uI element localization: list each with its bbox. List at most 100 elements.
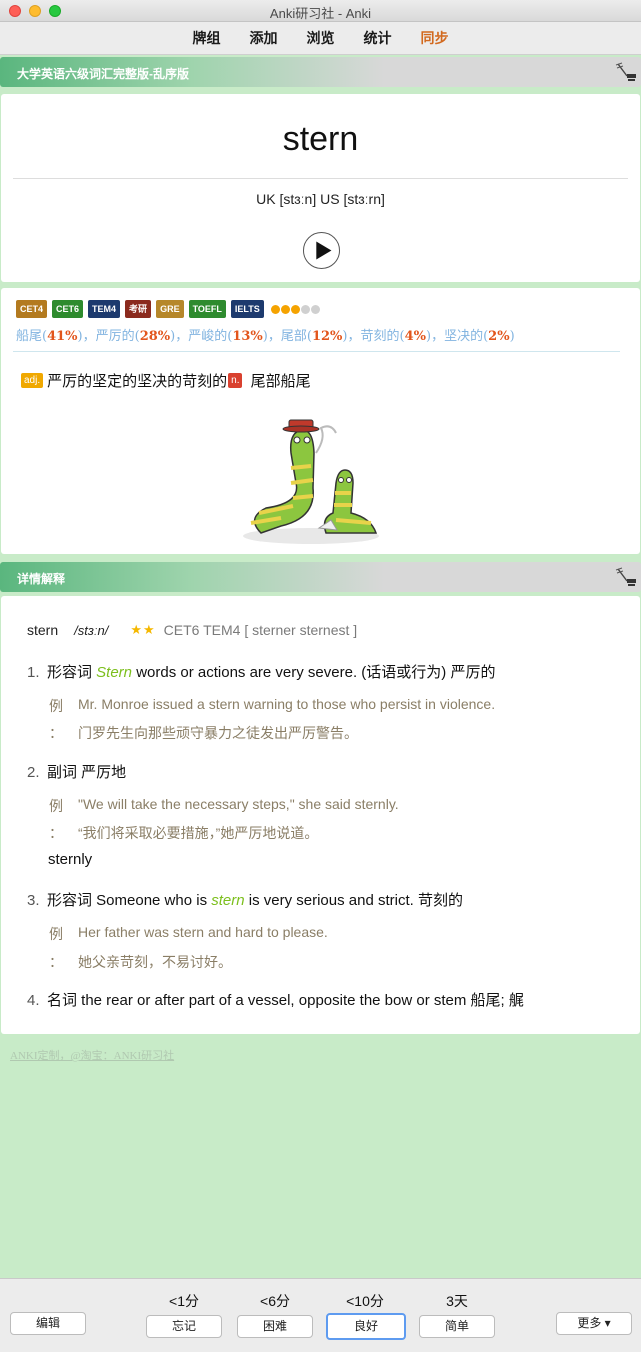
example-en: Her father was stern and hard to please.: [78, 924, 328, 940]
noun-meaning: 尾部船尾: [246, 373, 311, 390]
sense-number: 3.: [27, 892, 40, 909]
divider: [13, 351, 620, 352]
again-button[interactable]: 忘记: [146, 1315, 222, 1338]
pos-tag-noun: n.: [228, 373, 243, 388]
window-title: Anki研习社 - Anki: [269, 6, 372, 21]
hard-button[interactable]: 困难: [237, 1315, 313, 1338]
badge-tem4: TEM4: [88, 300, 121, 318]
freq-pct: 12%: [311, 329, 343, 344]
freq-word: 严厉的: [95, 329, 135, 344]
answer-bar: 编辑 <1分 <6分 <10分 3天 忘记 困难 良好 简单 更多 ▾: [0, 1278, 641, 1352]
more-button[interactable]: 更多 ▾: [556, 1312, 632, 1335]
detail-header-bar: 详情解释: [0, 562, 641, 592]
toolbar-sync[interactable]: 同步: [421, 28, 449, 48]
detail-title: 详情解释: [17, 572, 66, 586]
detail-card: stern /stɜːn/ ★★ CET6 TEM4 [ sterner ste…: [1, 596, 640, 1034]
example-en: "We will take the necessary steps," she …: [78, 796, 399, 812]
frequency-line: 船尾(41%)，严厉的(28%)，严峻的(13%)，尾部(12%)，苛刻的(4%…: [16, 329, 515, 344]
rating-dot: [300, 304, 310, 314]
example-colon: ：: [49, 725, 63, 741]
good-button[interactable]: 良好: [326, 1313, 406, 1340]
example-label: 例: [49, 926, 63, 942]
example-colon: ：: [49, 825, 63, 841]
sense-highlight: stern: [211, 892, 245, 909]
sense-2: 2. 副词 严厉地: [27, 761, 126, 782]
freq-pct: 28%: [139, 329, 171, 344]
broom-icon[interactable]: [614, 62, 638, 82]
sense-number: 1.: [27, 664, 40, 681]
example-zh: “我们将采取必要措施，”她严厉地说道。: [78, 825, 319, 841]
badge-kaoyan: 考研: [125, 300, 152, 318]
sense-text: 名词 the rear or after part of a vessel, o…: [47, 992, 524, 1009]
interval-good: <10分: [346, 1293, 384, 1309]
meaning-card: CET4 CET6 TEM4 考研 GRE TOEFL IELTS 船尾(41%…: [1, 288, 640, 554]
edit-button[interactable]: 编辑: [10, 1312, 86, 1335]
exam-badges: CET4 CET6 TEM4 考研 GRE TOEFL IELTS: [16, 300, 320, 318]
detail-tags: CET6 TEM4 [ sterner sternest ]: [163, 622, 358, 638]
sense-text: 形容词 Someone who is: [47, 892, 212, 909]
star-rating: ★★: [130, 622, 156, 637]
toolbar-stats[interactable]: 统计: [364, 28, 392, 48]
detail-phonetic: /stɜːn/: [74, 622, 109, 638]
toolbar-browse[interactable]: 浏览: [307, 28, 335, 48]
deck-header-bar: 大学英语六级词汇完整版-乱序版: [0, 57, 641, 87]
definition-line: adj. 严厉的坚定的坚决的苛刻的 n. 尾部船尾: [21, 370, 311, 391]
detail-headline: stern /stɜːn/ ★★ CET6 TEM4 [ sterner ste…: [27, 622, 357, 638]
toolbar-decks[interactable]: 牌组: [193, 28, 221, 48]
badge-toefl: TOEFL: [188, 300, 226, 318]
easy-button[interactable]: 简单: [419, 1315, 495, 1338]
footer-link[interactable]: ANKI定制，@淘宝：ANKI研习社: [10, 1047, 174, 1063]
detail-headword: stern: [27, 622, 59, 638]
interval-hard: <6分: [260, 1293, 290, 1309]
freq-word: 尾部: [280, 329, 307, 344]
freq-pct: 41%: [47, 329, 78, 344]
freq-pct: 4%: [404, 329, 426, 344]
example-label: 例: [49, 698, 63, 714]
sense-text: is very serious and strict. 苛刻的: [244, 892, 463, 909]
example-zh: 门罗先生向那些顽守暴力之徒发出严厉警告。: [78, 725, 358, 741]
freq-word: 苛刻的: [360, 329, 400, 344]
sense-1: 1. 形容词 Stern words or actions are very se…: [27, 661, 495, 682]
example-colon: ：: [49, 954, 63, 970]
phonetic-text: UK [stɜːn] US [stɜːrn]: [256, 191, 385, 207]
badge-cet4: CET4: [16, 300, 48, 318]
badge-ielts: IELTS: [230, 300, 264, 318]
interval-again: <1分: [169, 1293, 199, 1309]
window-titlebar: Anki研习社 - Anki: [0, 0, 641, 22]
sense-number: 4.: [27, 992, 40, 1009]
play-icon[interactable]: [303, 232, 340, 269]
example-label: 例: [49, 798, 63, 814]
rating-dot: [270, 304, 280, 314]
adj-meaning: 严厉的坚定的坚决的苛刻的: [47, 373, 228, 390]
freq-pct: 13%: [232, 329, 263, 344]
rating-dot: [290, 304, 300, 314]
sense-number: 2.: [27, 764, 40, 781]
freq-word: 严峻的: [188, 329, 228, 344]
freq-word: 船尾: [16, 329, 43, 344]
sense-text: 副词 严厉地: [47, 764, 127, 781]
word-title: stern: [282, 120, 359, 158]
toolbar-add[interactable]: 添加: [250, 28, 278, 48]
freq-word: 坚决的: [444, 329, 484, 344]
deck-name: 大学英语六级词汇完整版-乱序版: [17, 67, 189, 81]
worm-illustration: [243, 419, 379, 544]
pos-tag-adj: adj.: [21, 373, 44, 388]
sense-highlight: Stern: [96, 664, 133, 681]
rating-dot: [280, 304, 290, 314]
sense-3: 3. 形容词 Someone who is stern is very serio…: [27, 889, 463, 910]
sense-text: words or actions are very severe. (话语或行为…: [132, 664, 496, 681]
badge-gre: GRE: [156, 300, 184, 318]
badge-cet6: CET6: [52, 300, 84, 318]
example-zh: 她父亲苛刻，不易讨好。: [78, 954, 232, 970]
sense-4: 4. 名词 the rear or after part of a vessel,…: [27, 989, 524, 1010]
broom-icon[interactable]: [614, 567, 638, 587]
interval-easy: 3天: [446, 1293, 468, 1309]
rating-dots: [270, 304, 320, 314]
rating-dot: [310, 304, 320, 314]
main-toolbar: 牌组 添加 浏览 统计 同步: [0, 22, 641, 55]
divider: [13, 178, 628, 179]
word-card: stern UK [stɜːn] US [stɜːrn]: [1, 94, 640, 282]
freq-pct: 2%: [488, 329, 510, 344]
example-en: Mr. Monroe issued a stern warning to tho…: [78, 696, 496, 712]
derived-form: sternly: [48, 851, 93, 868]
